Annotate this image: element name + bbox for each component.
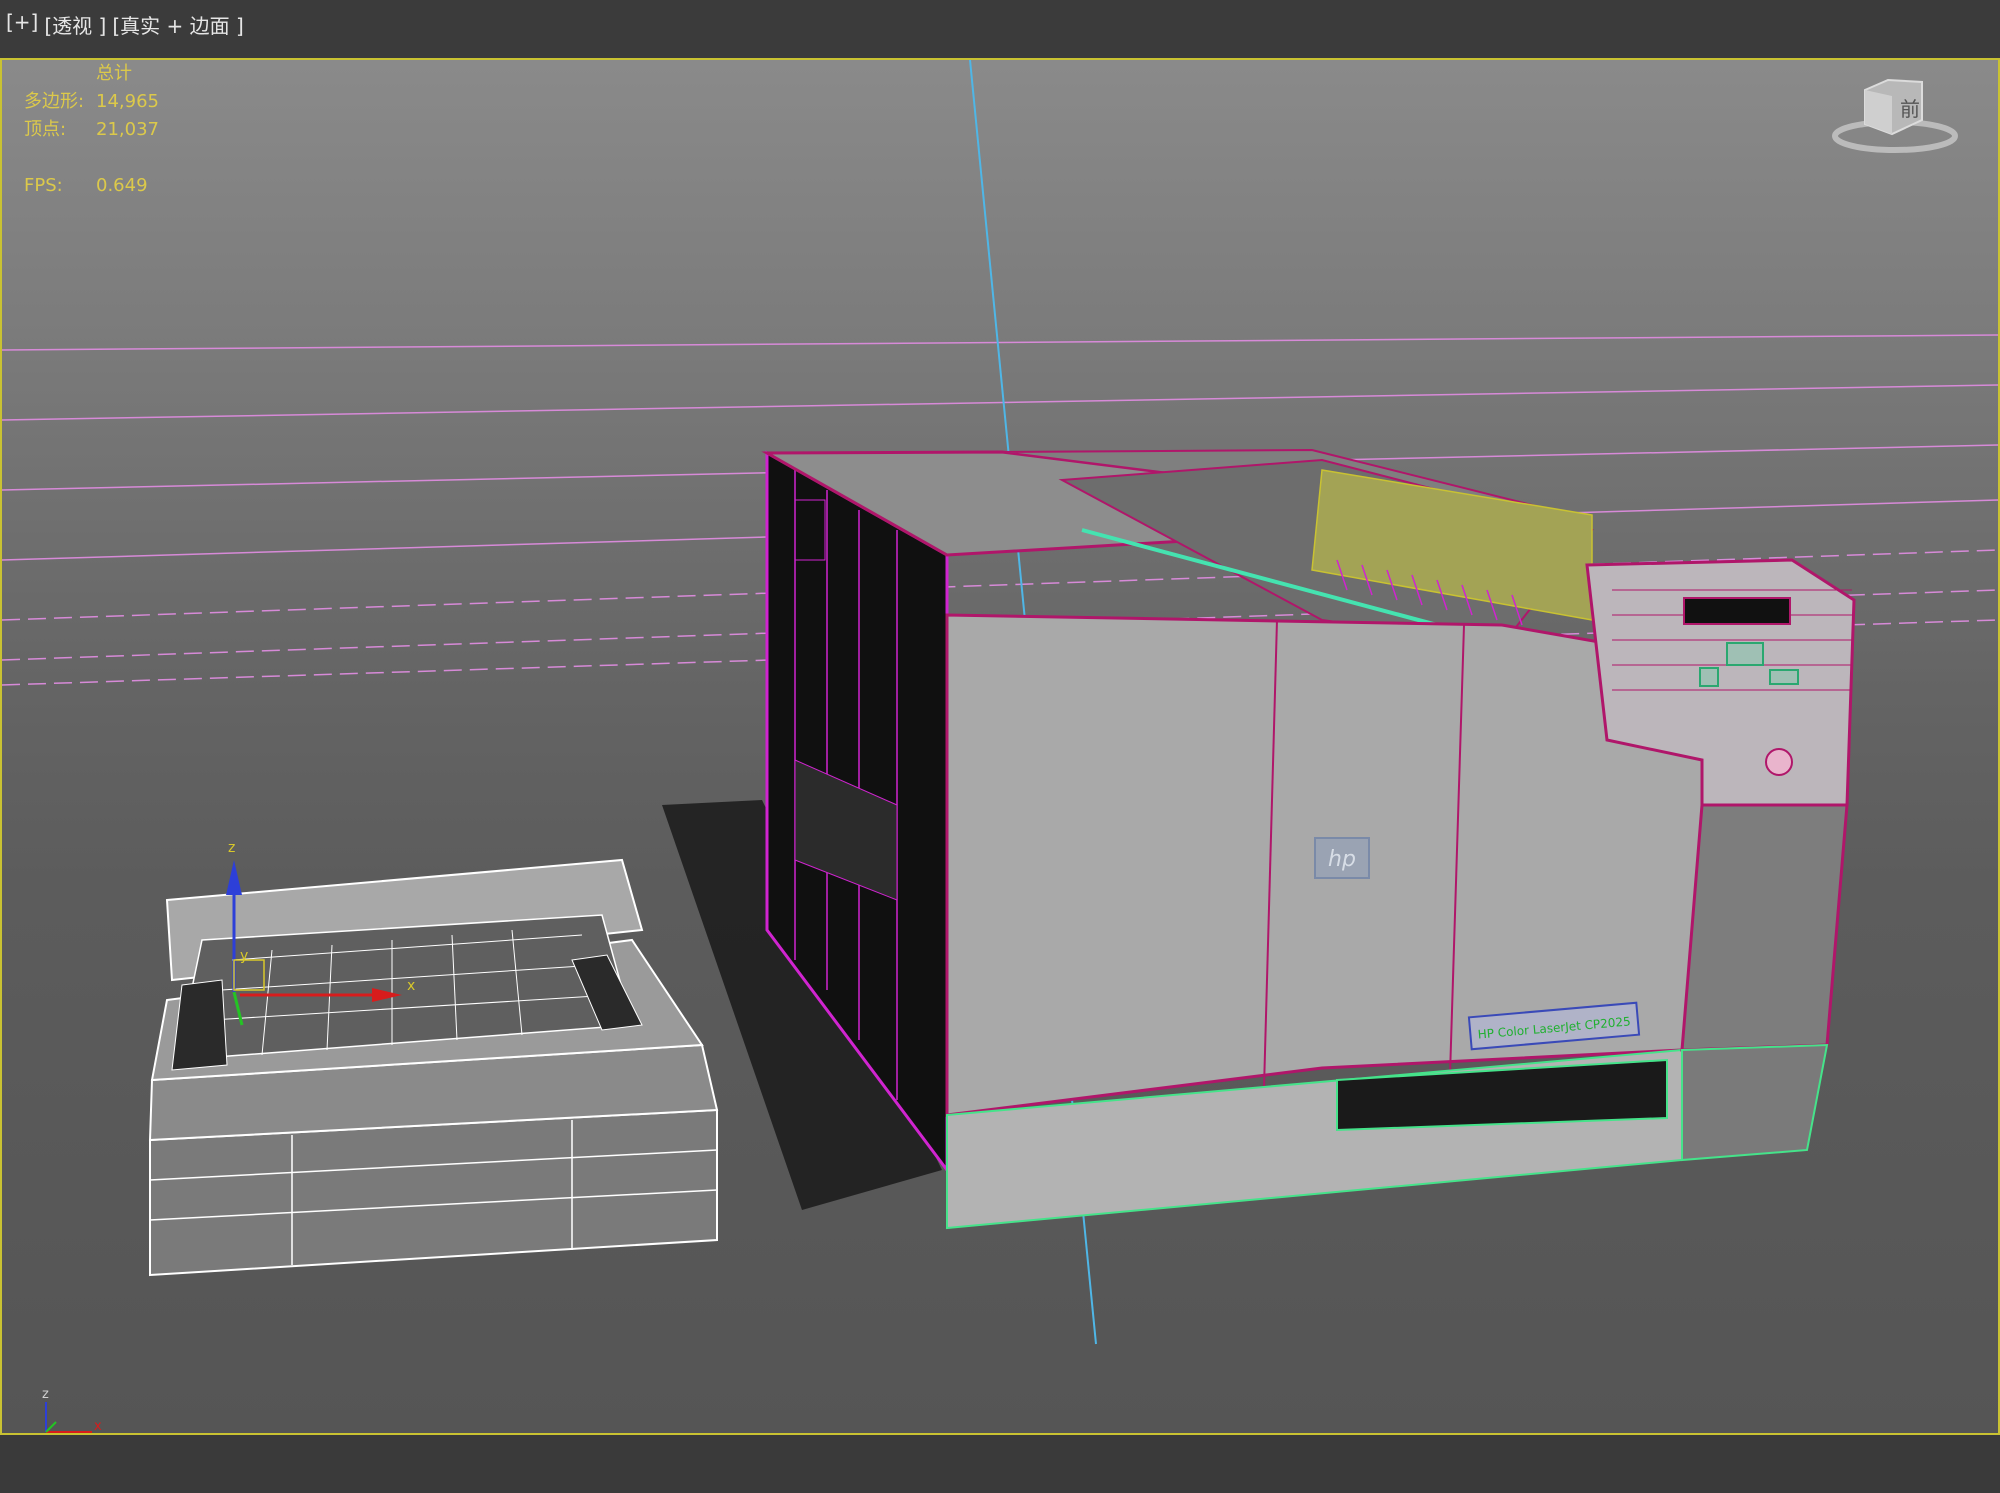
grid-line bbox=[2, 334, 1998, 351]
tripod-x-label: x bbox=[94, 1419, 102, 1434]
perspective-viewport[interactable]: hp HP Color LaserJet CP2025 z x y 总计 多边形… bbox=[0, 58, 2000, 1435]
viewcube-face-label: 前 bbox=[1900, 97, 1920, 121]
viewcube-icon[interactable]: 前 bbox=[1830, 68, 1960, 158]
tripod-z-label: z bbox=[42, 1387, 49, 1402]
polygons-value: 14,965 bbox=[96, 91, 159, 112]
fps-value: 0.649 bbox=[96, 175, 148, 196]
stats-vertices: 顶点: 21,037 bbox=[24, 116, 159, 144]
fps-label: FPS: bbox=[24, 175, 63, 196]
gizmo-z-label: z bbox=[228, 840, 235, 856]
viewport-label-group: [+] [透视 ] [真实 + 边面 ] bbox=[6, 10, 244, 39]
polygons-label: 多边形: bbox=[24, 91, 85, 112]
viewport-bottom-strip bbox=[0, 1435, 2000, 1493]
gizmo-x-label: x bbox=[407, 978, 415, 994]
control-panel-display bbox=[1683, 597, 1791, 625]
gizmo-y-label: y bbox=[240, 948, 248, 964]
stats-total-label: 总计 bbox=[96, 63, 132, 84]
grid-line bbox=[2, 384, 1998, 421]
vertices-value: 21,037 bbox=[96, 119, 159, 140]
hp-logo: hp bbox=[1328, 847, 1356, 872]
vertices-label: 顶点: bbox=[24, 119, 67, 140]
viewport-menu-plus[interactable]: [+] bbox=[6, 10, 38, 39]
stats-polygons: 多边形: 14,965 bbox=[24, 88, 159, 116]
stats-fps: FPS: 0.649 bbox=[24, 172, 159, 200]
viewport-menu-shading[interactable]: [真实 + 边面 ] bbox=[112, 10, 243, 39]
power-button bbox=[1765, 748, 1793, 776]
paper-slot bbox=[1336, 1058, 1668, 1132]
scene-canvas[interactable]: hp HP Color LaserJet CP2025 z x y bbox=[2, 60, 1998, 1433]
axis-tripod-icon: z x bbox=[42, 1387, 102, 1434]
viewport-title-bar: [+] [透视 ] [真实 + 边面 ] bbox=[0, 0, 2000, 58]
printer-model[interactable]: hp HP Color LaserJet CP2025 bbox=[761, 448, 1856, 1230]
viewport-menu-perspective[interactable]: [透视 ] bbox=[44, 10, 106, 39]
statistics-overlay: 总计 多边形: 14,965 顶点: 21,037 FPS: 0.649 bbox=[24, 60, 159, 200]
